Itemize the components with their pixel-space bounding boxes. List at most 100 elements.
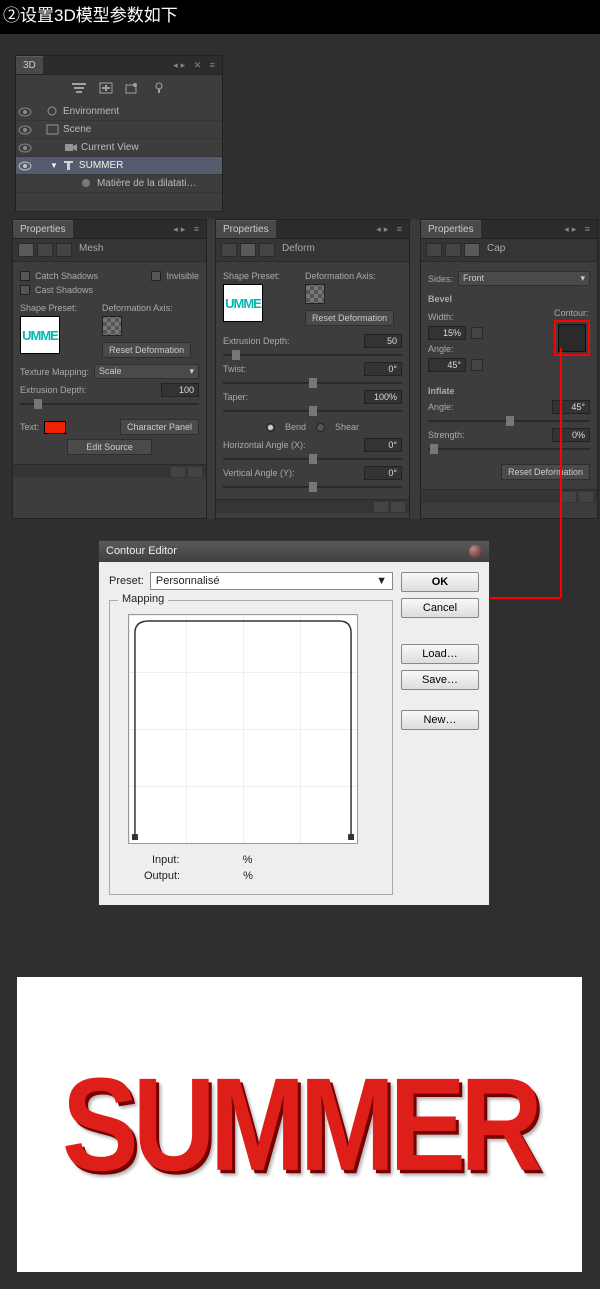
panel-menu-icon[interactable]: ◂▸ ✕ ≡ bbox=[173, 60, 222, 71]
type-icon[interactable] bbox=[445, 243, 461, 257]
panel-tab-properties[interactable]: Properties bbox=[216, 220, 276, 238]
mesh-type-icon[interactable] bbox=[18, 243, 34, 257]
character-panel-button[interactable]: Character Panel bbox=[120, 419, 199, 435]
sides-dropdown[interactable]: Front▾ bbox=[458, 271, 590, 286]
load-button[interactable]: Load… bbox=[401, 644, 479, 664]
type-icon[interactable] bbox=[221, 243, 237, 257]
extrusion-depth-slider[interactable] bbox=[20, 403, 199, 405]
dialog-title: Contour Editor bbox=[106, 545, 177, 558]
panel-menu-icon[interactable]: ◂▸ ≡ bbox=[564, 224, 597, 235]
twist-field[interactable]: 0° bbox=[364, 362, 402, 376]
type-icon[interactable] bbox=[37, 243, 53, 257]
angle-label: Angle: bbox=[428, 344, 454, 354]
link-icon[interactable] bbox=[471, 327, 483, 339]
catch-shadows-checkbox[interactable] bbox=[20, 271, 30, 281]
bend-label: Bend bbox=[285, 422, 306, 432]
width-field[interactable]: 15% bbox=[428, 326, 466, 340]
reset-deformation-button[interactable]: Reset Deformation bbox=[305, 310, 394, 326]
save-button[interactable]: Save… bbox=[401, 670, 479, 690]
page-heading: ②设置3D模型参数如下 bbox=[0, 0, 600, 34]
preset-dropdown[interactable]: Personnalisé▼ bbox=[150, 572, 393, 590]
v-angle-field[interactable]: 0° bbox=[364, 466, 402, 480]
footer-icon[interactable] bbox=[188, 467, 202, 477]
tree-row-environment[interactable]: Environment bbox=[16, 103, 222, 121]
type-icon[interactable] bbox=[426, 243, 442, 257]
extrusion-depth-field[interactable]: 100 bbox=[161, 383, 199, 397]
taper-field[interactable]: 100% bbox=[364, 390, 402, 404]
scene-tree: Environment Scene Current View ▼ SUMMER bbox=[16, 101, 222, 195]
visibility-icon[interactable] bbox=[18, 105, 32, 119]
footer-icon[interactable] bbox=[579, 492, 593, 502]
tree-row-current-view[interactable]: Current View bbox=[16, 139, 222, 157]
bend-radio[interactable] bbox=[266, 423, 275, 432]
reset-deformation-button[interactable]: Reset Deformation bbox=[501, 464, 590, 480]
light-icon[interactable] bbox=[151, 81, 167, 95]
panel-properties-mesh: Properties ◂▸ ≡ Mesh Catch Shadows Invis… bbox=[12, 219, 207, 519]
inf-angle-field[interactable]: 45° bbox=[552, 400, 590, 414]
visibility-icon[interactable] bbox=[18, 141, 32, 155]
visibility-icon[interactable] bbox=[18, 159, 32, 173]
cap-type-icon[interactable] bbox=[464, 243, 480, 257]
ok-button[interactable]: OK bbox=[401, 572, 479, 592]
annotation-line bbox=[560, 348, 562, 597]
tree-row-summer[interactable]: ▼ SUMMER bbox=[16, 157, 222, 175]
tree-row-material[interactable]: Matière de la dilatati… bbox=[16, 175, 222, 193]
panel-tab-3d[interactable]: 3D bbox=[16, 56, 43, 74]
result-text: SUMMER bbox=[62, 1049, 537, 1201]
panel-menu-icon[interactable]: ◂▸ ≡ bbox=[173, 224, 206, 235]
edit-source-button[interactable]: Edit Source bbox=[67, 439, 152, 455]
link-icon[interactable] bbox=[471, 359, 483, 371]
inf-angle-slider[interactable] bbox=[428, 420, 590, 422]
reset-deformation-button[interactable]: Reset Deformation bbox=[102, 342, 191, 358]
filter-icon[interactable] bbox=[71, 81, 87, 95]
deform-type-icon[interactable] bbox=[240, 243, 256, 257]
add-icon[interactable] bbox=[98, 81, 114, 95]
deform-axis-swatch[interactable] bbox=[305, 284, 325, 304]
cancel-button[interactable]: Cancel bbox=[401, 598, 479, 618]
shear-radio[interactable] bbox=[316, 423, 325, 432]
footer-icon[interactable] bbox=[374, 502, 388, 512]
extrusion-depth-slider[interactable] bbox=[223, 354, 402, 356]
text-color-swatch[interactable] bbox=[44, 421, 66, 434]
shear-label: Shear bbox=[335, 422, 359, 432]
expand-arrow-icon[interactable]: ▼ bbox=[50, 161, 58, 170]
catch-shadows-label: Catch Shadows bbox=[35, 271, 98, 281]
visibility-icon[interactable] bbox=[18, 177, 32, 191]
texture-mapping-dropdown[interactable]: Scale▾ bbox=[94, 364, 199, 379]
deform-axis-label: Deformation Axis: bbox=[305, 271, 394, 281]
contour-curve[interactable] bbox=[128, 614, 358, 844]
shape-preset-swatch[interactable]: UMME bbox=[20, 316, 60, 354]
visibility-icon[interactable] bbox=[18, 123, 32, 137]
h-angle-field[interactable]: 0° bbox=[364, 438, 402, 452]
type-icon[interactable] bbox=[56, 243, 72, 257]
render-icon[interactable] bbox=[124, 81, 140, 95]
taper-label: Taper: bbox=[223, 392, 248, 402]
twist-slider[interactable] bbox=[223, 382, 402, 384]
extrusion-depth-field[interactable]: 50 bbox=[364, 334, 402, 348]
shape-preset-swatch[interactable]: UMME bbox=[223, 284, 263, 322]
new-button[interactable]: New… bbox=[401, 710, 479, 730]
panel-tab-properties[interactable]: Properties bbox=[421, 220, 481, 238]
dialog-orb-icon bbox=[469, 545, 482, 558]
contour-editor-dialog: Contour Editor Preset: Personnalisé▼ Map… bbox=[98, 540, 490, 906]
tree-row-scene[interactable]: Scene bbox=[16, 121, 222, 139]
environment-icon bbox=[46, 106, 59, 117]
type-icon[interactable] bbox=[259, 243, 275, 257]
panel-menu-icon[interactable]: ◂▸ ≡ bbox=[376, 224, 409, 235]
deform-axis-swatch[interactable] bbox=[102, 316, 122, 336]
material-icon bbox=[80, 178, 93, 189]
strength-slider[interactable] bbox=[428, 448, 590, 450]
invisible-checkbox[interactable] bbox=[151, 271, 161, 281]
footer-icon[interactable] bbox=[562, 492, 576, 502]
taper-slider[interactable] bbox=[223, 410, 402, 412]
angle-field[interactable]: 45° bbox=[428, 358, 466, 372]
footer-icon[interactable] bbox=[171, 467, 185, 477]
h-angle-slider[interactable] bbox=[223, 458, 402, 460]
mapping-legend: Mapping bbox=[118, 593, 168, 605]
strength-field[interactable]: 0% bbox=[552, 428, 590, 442]
cast-shadows-checkbox[interactable] bbox=[20, 285, 30, 295]
footer-icon[interactable] bbox=[391, 502, 405, 512]
panel-tab-properties[interactable]: Properties bbox=[13, 220, 73, 238]
contour-swatch[interactable] bbox=[558, 324, 586, 352]
v-angle-slider[interactable] bbox=[223, 486, 402, 488]
